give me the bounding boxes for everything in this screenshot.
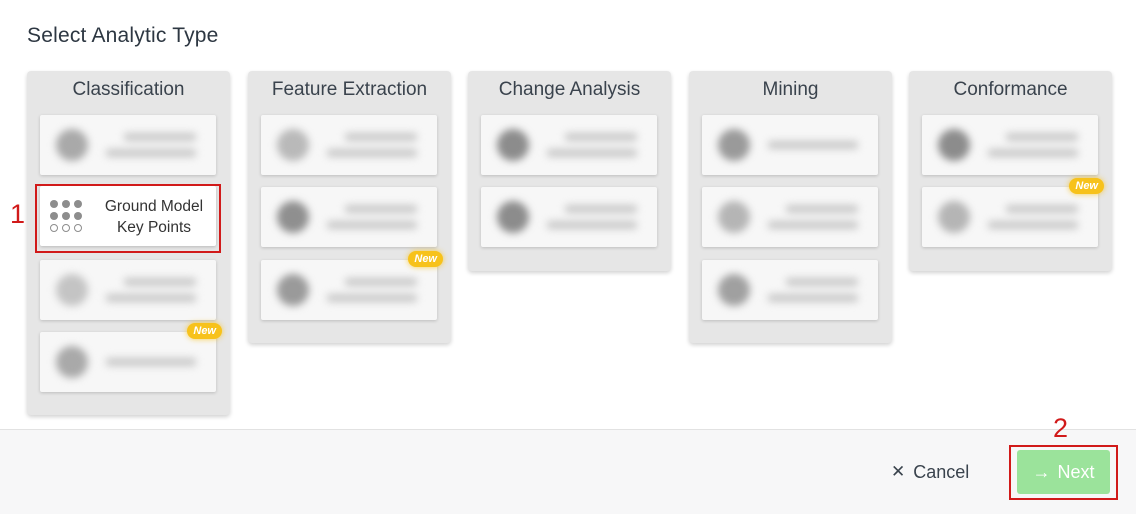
new-badge: New bbox=[408, 251, 443, 267]
column-conformance: Conformance New bbox=[909, 71, 1112, 271]
column-feature-extraction: Feature Extraction New bbox=[248, 71, 451, 343]
analytic-card-blurred[interactable] bbox=[481, 115, 657, 175]
analytic-card-blurred[interactable]: New bbox=[922, 178, 1104, 247]
analytic-card-blurred[interactable]: New bbox=[261, 251, 443, 320]
new-badge: New bbox=[1069, 178, 1104, 194]
analytic-card-blurred[interactable] bbox=[40, 115, 216, 175]
column-title: Change Analysis bbox=[498, 79, 641, 100]
cancel-label: Cancel bbox=[913, 461, 970, 482]
analytic-card-blurred[interactable] bbox=[702, 187, 878, 247]
column-title: Classification bbox=[72, 79, 185, 100]
analytic-card-blurred[interactable] bbox=[261, 115, 437, 175]
analytic-card-blurred[interactable] bbox=[702, 260, 878, 320]
close-icon: ✕ bbox=[891, 462, 906, 481]
column-change-analysis: Change Analysis bbox=[468, 71, 671, 271]
analytic-card-blurred[interactable] bbox=[261, 187, 437, 247]
column-title: Feature Extraction bbox=[271, 79, 428, 100]
analytic-card-blurred[interactable] bbox=[40, 260, 216, 320]
column-mining: Mining bbox=[689, 71, 892, 343]
column-title: Conformance bbox=[953, 79, 1068, 100]
analytic-card-blurred[interactable] bbox=[922, 115, 1098, 175]
step-marker-2: 2 bbox=[1053, 413, 1069, 443]
analytic-card-blurred[interactable] bbox=[702, 115, 878, 175]
column-title: Mining bbox=[762, 79, 819, 100]
analytic-card-blurred[interactable]: New bbox=[40, 323, 222, 392]
analytic-card-blurred[interactable] bbox=[481, 187, 657, 247]
page-title: Select Analytic Type bbox=[27, 24, 219, 47]
step-marker-1: 1 bbox=[10, 199, 26, 229]
new-badge: New bbox=[187, 323, 222, 339]
highlight-box-2 bbox=[1009, 445, 1118, 500]
highlight-box-1 bbox=[35, 184, 221, 253]
cancel-button[interactable]: ✕ Cancel bbox=[891, 461, 969, 483]
